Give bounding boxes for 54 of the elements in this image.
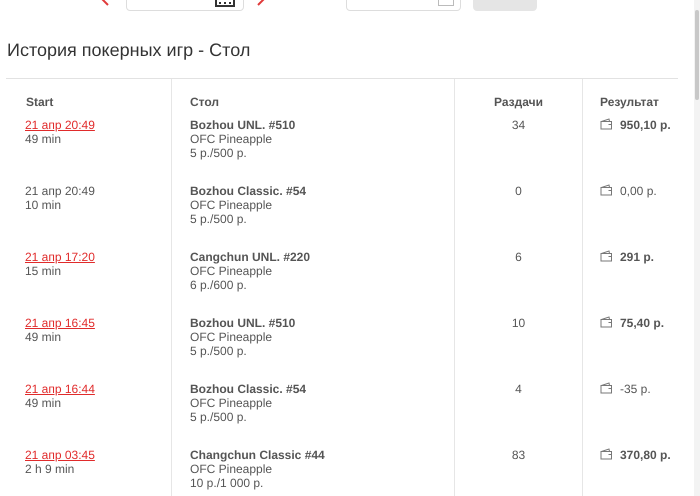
duration: 49 min [25,330,62,344]
table-name: Bozhou UNL. #510 [190,316,296,330]
hands-count: 34 [512,118,526,134]
game-name: OFC Pineapple [190,396,272,410]
column-header: Стол [172,79,455,116]
column-header: Раздачи [455,79,583,116]
column-header: Start [8,79,172,116]
game-name: OFC Pineapple [190,198,272,212]
wallet-icon [600,184,613,196]
hands-count: 0 [515,184,522,200]
start-time-link[interactable]: 21 апр 16:45 [25,316,95,330]
stakes: 5 р./500 р. [190,212,247,226]
result-amount: 370,80 р. [620,448,671,462]
table-name: Bozhou Classic. #54 [190,184,306,198]
game-name: OFC Pineapple [190,264,272,278]
stakes: 5 р./500 р. [190,344,247,358]
game-name: OFC Pineapple [190,330,272,344]
start-time-link[interactable]: 21 апр 17:20 [25,250,95,264]
result-amount: 291 р. [620,250,654,264]
game-name: OFC Pineapple [190,132,272,146]
stakes: 10 р./1 000 р. [190,476,264,490]
start-time-link[interactable]: 21 апр 16:44 [25,382,95,396]
stakes: 6 р./600 р. [190,278,247,292]
duration: 15 min [25,264,62,278]
wallet-icon [600,382,613,394]
hands-count: 83 [512,448,526,464]
duration: 2 h 9 min [25,462,74,476]
table-name: Bozhou Classic. #54 [190,382,306,396]
wallet-icon [600,250,613,262]
duration: 49 min [25,132,62,146]
result-amount: -35 р. [620,382,651,396]
hands-count: 10 [512,316,526,332]
result-amount: 75,40 р. [620,316,664,330]
page-title: История покерных игр - Стол [7,39,252,62]
table-name: Bozhou UNL. #510 [190,118,296,132]
result-amount: 950,10 р. [620,118,671,132]
table-name: Cangchun UNL. #220 [190,250,310,264]
wallet-icon [600,118,613,130]
hands-count: 6 [515,250,522,266]
wallet-icon [600,448,613,460]
result-amount: 0,00 р. [620,184,657,198]
game-name: OFC Pineapple [190,462,272,476]
column-header: Результат [599,94,660,111]
start-time-link[interactable]: 21 апр 20:49 [25,118,95,132]
stakes: 5 р./500 р. [190,410,247,424]
start-time-link[interactable]: 21 апр 03:45 [25,448,95,462]
start-time: 21 апр 20:49 [25,184,95,198]
duration: 10 min [25,198,62,212]
hands-count: 4 [515,382,522,398]
stakes: 5 р./500 р. [190,146,247,160]
duration: 49 min [25,396,62,410]
table-name: Changchun Classic #44 [190,448,325,462]
wallet-icon [600,316,613,328]
scrollbar[interactable] [694,0,700,496]
